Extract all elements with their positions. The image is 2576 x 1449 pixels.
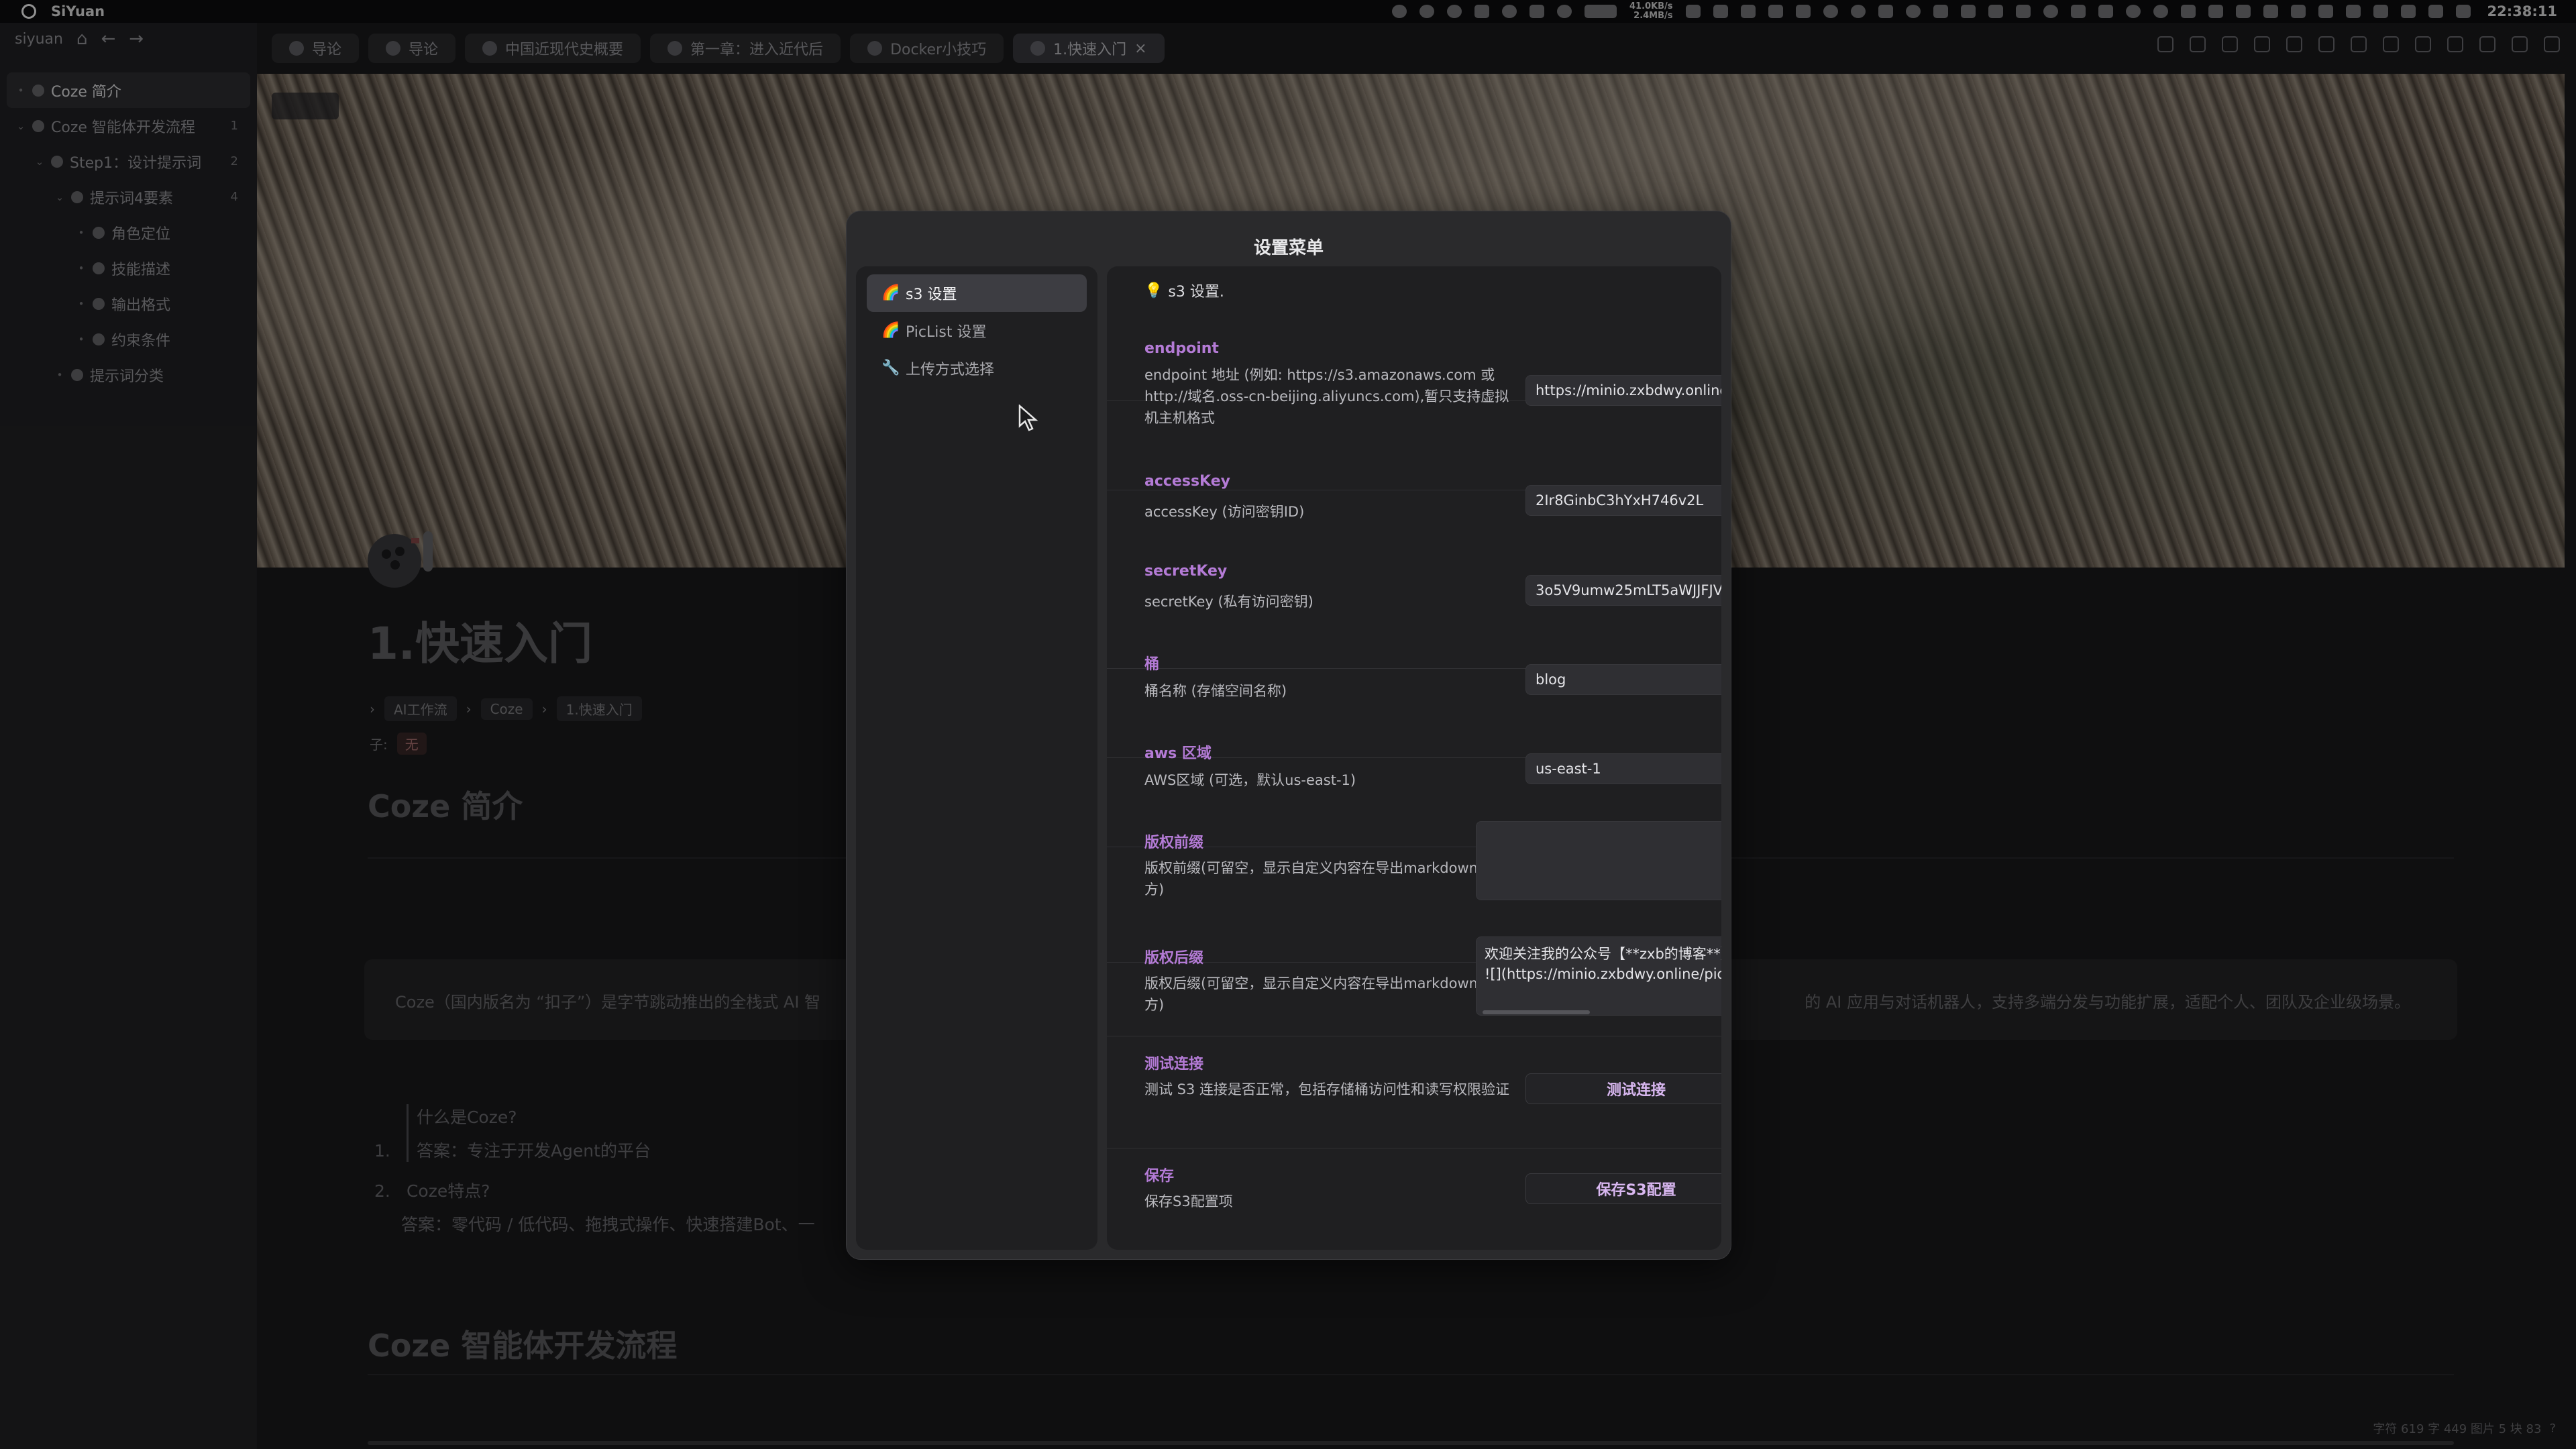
field-save: 保存 保存S3配置项 保存S3配置 [1107, 1148, 1721, 1250]
field-title: accessKey [1144, 473, 1230, 490]
textarea-scrollbar[interactable] [1483, 1010, 1590, 1014]
field-title: 版权前缀 [1144, 835, 1204, 851]
wrench-icon: 🔧 [881, 360, 900, 376]
field-copyright-suffix: 版权后缀 版权后缀(可留空，显示自定义内容在导出markdown最下方) 欢迎关… [1107, 936, 1721, 1036]
save-s3-config-button[interactable]: 保存S3配置 [1525, 1173, 1721, 1204]
region-input[interactable] [1525, 753, 1721, 784]
field-title: 测试连接 [1144, 1056, 1204, 1073]
nav-item-label: PicList 设置 [906, 324, 987, 341]
field-test-connection: 测试连接 测试 S3 连接是否正常，包括存储桶访问性和读写权限验证 测试连接 [1107, 1036, 1721, 1148]
field-description: 保存S3配置项 [1144, 1193, 1233, 1210]
field-secret-key: secretKey secretKey (私有访问密钥) [1107, 563, 1721, 669]
nav-item-label: 上传方式选择 [906, 362, 995, 378]
settings-nav: 🌈 s3 设置 🌈 PicList 设置 🔧 上传方式选择 [856, 266, 1097, 1250]
field-description: accessKey (访问密钥ID) [1144, 504, 1305, 520]
field-description: AWS区域 (可选，默认us-east-1) [1144, 772, 1356, 788]
mouse-cursor-icon [1018, 404, 1038, 434]
settings-content: 💡 s3 设置. endpoint endpoint 地址 (例如: https… [1107, 266, 1721, 1250]
field-access-key: accessKey accessKey (访问密钥ID) [1107, 400, 1721, 520]
nav-item-label: s3 设置 [906, 286, 957, 303]
nav-item-upload-method[interactable]: 🔧 上传方式选择 [867, 350, 1087, 387]
access-key-input[interactable] [1525, 485, 1721, 516]
nav-item-piclist-settings[interactable]: 🌈 PicList 设置 [867, 312, 1087, 350]
secret-key-input[interactable] [1525, 575, 1721, 606]
rainbow-icon: 🌈 [881, 284, 900, 301]
lightbulb-icon: 💡 [1144, 282, 1163, 299]
field-description: 版权前缀(可留空，显示自定义内容在导出markdown最上方) [1144, 860, 1506, 898]
field-description: 桶名称 (存储空间名称) [1144, 683, 1287, 699]
field-title: aws 区域 [1144, 745, 1212, 762]
field-title: secretKey [1144, 563, 1228, 580]
copyright-suffix-textarea[interactable]: 欢迎关注我的公众号【**zxb的博客**】 ![](https://minio.… [1476, 936, 1721, 1016]
field-title: endpoint [1144, 340, 1219, 357]
field-description: 版权后缀(可留空，显示自定义内容在导出markdown最下方) [1144, 975, 1506, 1013]
bucket-input[interactable] [1525, 664, 1721, 695]
copyright-prefix-textarea[interactable] [1476, 821, 1721, 900]
field-description: secretKey (私有访问密钥) [1144, 594, 1313, 610]
field-endpoint: endpoint endpoint 地址 (例如: https://s3.ama… [1107, 333, 1721, 426]
section-header: 💡 s3 设置. [1144, 280, 1224, 301]
dialog-title: 设置菜单 [1253, 238, 1324, 258]
field-title: 版权后缀 [1144, 950, 1204, 967]
settings-dialog: 设置菜单 🌈 s3 设置 🌈 PicList 设置 🔧 上传方式选择 💡 s3 … [846, 211, 1731, 1260]
field-title: 保存 [1144, 1168, 1175, 1185]
field-title: 桶 [1144, 656, 1160, 673]
test-connection-button[interactable]: 测试连接 [1525, 1073, 1721, 1104]
rainbow-icon: 🌈 [881, 322, 900, 339]
section-header-text: s3 设置. [1168, 284, 1224, 301]
field-description: 测试 S3 连接是否正常，包括存储桶访问性和读写权限验证 [1144, 1081, 1510, 1097]
nav-item-s3-settings[interactable]: 🌈 s3 设置 [867, 274, 1087, 312]
